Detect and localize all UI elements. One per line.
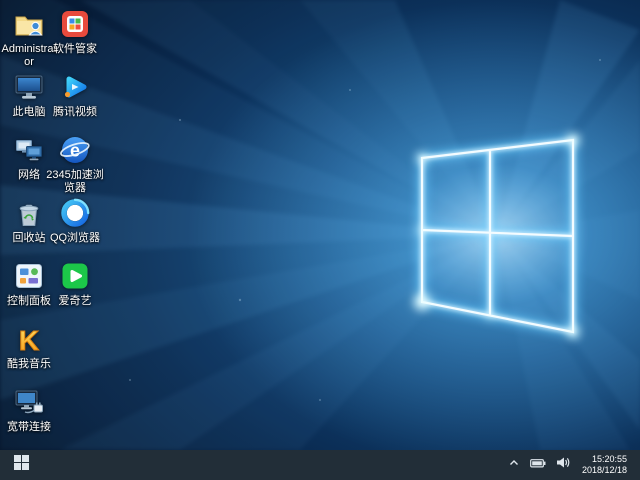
desktop-icon-label: 宽带连接	[7, 421, 51, 434]
clock-date: 2018/12/18	[582, 465, 627, 476]
svg-text:K: K	[19, 325, 39, 355]
kuwo-music-icon: K	[13, 323, 45, 355]
windows-logo-icon	[14, 455, 29, 475]
desktop-icon-label: 此电脑	[13, 106, 46, 119]
qq-browser-icon	[59, 197, 91, 229]
desktop-icon-iqiyi[interactable]: 爱奇艺	[46, 260, 104, 308]
user-files-icon	[13, 8, 45, 40]
desktop-icon-label: QQ浏览器	[50, 232, 100, 245]
desktop-icon-kuwo-music[interactable]: K 酷我音乐	[0, 323, 58, 371]
control-panel-icon	[13, 260, 45, 292]
taskbar: 15:20:55 2018/12/18	[0, 450, 640, 480]
desktop-icon-label: 爱奇艺	[59, 295, 92, 308]
desktop-icon-label: 回收站	[13, 232, 46, 245]
clock-time: 15:20:55	[592, 454, 627, 465]
hidden-icons-button[interactable]	[503, 450, 525, 480]
this-pc-icon	[13, 71, 45, 103]
volume-tray-button[interactable]	[551, 450, 576, 480]
volume-icon	[556, 456, 571, 474]
software-manager-icon	[59, 8, 91, 40]
desktop-icon-qq-browser[interactable]: QQ浏览器	[46, 197, 104, 245]
tencent-video-icon	[59, 71, 91, 103]
desktop-icon-label: 网络	[18, 169, 40, 182]
desktop-icon-label: 控制面板	[7, 295, 51, 308]
desktop-icon-label: 2345加速浏览器	[46, 169, 104, 195]
browser-2345-icon: e	[59, 134, 91, 166]
desktop-icon-label: 酷我音乐	[7, 358, 51, 371]
desktop-icon-label: 腾讯视频	[53, 106, 97, 119]
chevron-up-icon	[508, 456, 520, 474]
desktop-icon-tencent-video[interactable]: 腾讯视频	[46, 71, 104, 119]
desktop: Administrator 此电脑 网络	[0, 0, 640, 480]
recycle-bin-icon	[13, 197, 45, 229]
battery-tray-button[interactable]	[525, 450, 551, 480]
broadband-icon	[13, 386, 45, 418]
desktop-icon-broadband[interactable]: 宽带连接	[0, 386, 58, 434]
network-icon	[13, 134, 45, 166]
taskbar-clock[interactable]: 15:20:55 2018/12/18	[576, 450, 635, 480]
desktop-icon-software-manager[interactable]: 软件管家	[46, 8, 104, 56]
battery-icon	[530, 456, 546, 474]
desktop-icon-label: 软件管家	[53, 43, 97, 56]
start-button[interactable]	[0, 450, 42, 480]
desktop-icon-2345-browser[interactable]: e 2345加速浏览器	[46, 134, 104, 195]
iqiyi-icon	[59, 260, 91, 292]
system-tray: 15:20:55 2018/12/18	[503, 450, 640, 480]
